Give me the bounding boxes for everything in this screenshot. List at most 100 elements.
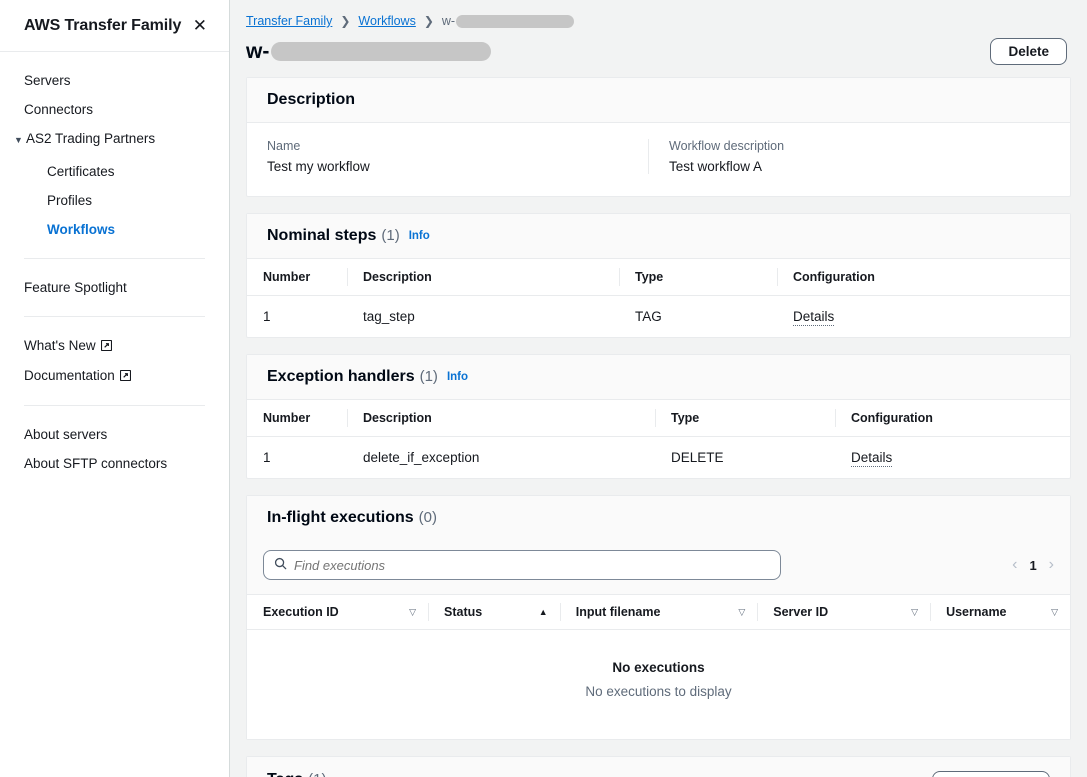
chevron-down-icon: ▼ (14, 131, 24, 150)
nominal-steps-panel: Nominal steps (1) Info Number Descriptio… (246, 213, 1071, 338)
description-body: Name Test my workflow Workflow descripti… (247, 123, 1070, 196)
executions-table: Execution ID ▽ Status▲ Input filename ▽ Se… (247, 594, 1070, 630)
sort-ascending-icon: ▲ (539, 607, 548, 617)
info-link[interactable]: Info (447, 371, 468, 383)
sort-descending-icon: ▽ (409, 607, 416, 618)
sidebar-group-label: AS2 Trading Partners (26, 131, 155, 146)
column-header-description: Description (347, 259, 619, 296)
workflow-description-value: Test workflow A (669, 159, 1050, 174)
column-label: Input filename (576, 605, 661, 619)
pagination-prev-icon[interactable]: ‹ (1012, 557, 1017, 573)
sidebar-item-profiles[interactable]: Profiles (0, 186, 229, 215)
in-flight-executions-panel: In-flight executions (0) ‹ 1 › (246, 495, 1071, 740)
table-header-row: Execution ID ▽ Status▲ Input filename ▽ Se… (247, 595, 1070, 630)
sort-descending-icon: ▽ (1051, 607, 1058, 618)
sidebar-item-servers[interactable]: Servers (0, 66, 229, 95)
column-header-username[interactable]: Username ▽ (930, 595, 1070, 630)
nominal-steps-title: Nominal steps (1) Info (267, 227, 430, 245)
column-label: Username (946, 605, 1006, 619)
sidebar-item-feature-spotlight[interactable]: Feature Spotlight (0, 273, 229, 302)
breadcrumb-current-label: w- (442, 14, 455, 28)
app-root: AWS Transfer Family ✕ Servers Connectors… (0, 0, 1087, 777)
table-row: 1 tag_step TAG Details (247, 296, 1070, 338)
cell-description: tag_step (347, 296, 619, 338)
name-label: Name (267, 139, 648, 153)
page-header: w- ) Delete (230, 28, 1087, 77)
breadcrumb-transfer-family[interactable]: Transfer Family (246, 14, 332, 28)
tags-title: Tags (1) (267, 771, 327, 777)
close-icon[interactable]: ✕ (189, 15, 211, 36)
details-link[interactable]: Details (793, 309, 834, 326)
sidebar-item-about-sftp-connectors[interactable]: About SFTP connectors (0, 449, 229, 478)
breadcrumb-workflows[interactable]: Workflows (358, 14, 415, 28)
nominal-steps-count: (1) (381, 227, 399, 244)
exception-handlers-table: Number Description Type Configuration 1 … (247, 400, 1070, 478)
search-icon (274, 557, 287, 573)
sidebar-divider-3 (24, 405, 205, 406)
delete-button[interactable]: Delete (990, 38, 1067, 65)
page-title-prefix: w- (246, 40, 269, 64)
info-link[interactable]: Info (409, 230, 430, 242)
sidebar-item-workflows[interactable]: Workflows (0, 215, 229, 244)
description-panel-header: Description (247, 78, 1070, 123)
description-panel-title: Description (267, 91, 355, 109)
sidebar-item-whats-new[interactable]: What's New (0, 331, 229, 361)
pagination-next-icon[interactable]: › (1049, 557, 1054, 573)
empty-state-title: No executions (247, 660, 1070, 675)
column-label: Execution ID (263, 605, 339, 619)
description-field-workflow-description: Workflow description Test workflow A (648, 139, 1050, 174)
pagination-page-1[interactable]: 1 (1029, 558, 1036, 573)
column-header-status[interactable]: Status▲ (428, 595, 560, 630)
sidebar-nav: Servers Connectors ▼ AS2 Trading Partner… (0, 52, 229, 478)
search-input[interactable] (294, 558, 770, 573)
column-header-description: Description (347, 400, 655, 437)
sidebar-group-as2-trading-partners[interactable]: ▼ AS2 Trading Partners (0, 124, 229, 157)
search-executions-box[interactable] (263, 550, 781, 580)
tags-panel: Tags (1) Manage tags Use tags to organiz… (246, 756, 1071, 777)
description-panel: Description Name Test my workflow Workfl… (246, 77, 1071, 197)
sidebar-divider-2 (24, 316, 205, 317)
breadcrumb-current-workflow: w- (442, 14, 574, 28)
sidebar-title: AWS Transfer Family (24, 17, 181, 35)
workflow-description-label: Workflow description (669, 139, 1050, 153)
exception-handlers-title: Exception handlers (1) Info (267, 368, 468, 386)
pagination: ‹ 1 › (1012, 557, 1054, 573)
sidebar: AWS Transfer Family ✕ Servers Connectors… (0, 0, 230, 777)
in-flight-executions-title: In-flight executions (0) (267, 509, 437, 527)
column-header-configuration: Configuration (835, 400, 1070, 437)
nominal-steps-table: Number Description Type Configuration 1 … (247, 259, 1070, 337)
cell-configuration: Details (777, 296, 1070, 338)
sidebar-item-connectors[interactable]: Connectors (0, 95, 229, 124)
table-header-row: Number Description Type Configuration (247, 259, 1070, 296)
redaction-bar (271, 42, 491, 61)
tags-header-row: Tags (1) Manage tags (267, 771, 1050, 777)
exception-handlers-header: Exception handlers (1) Info (247, 355, 1070, 400)
executions-empty-state: No executions No executions to display (247, 630, 1070, 739)
column-header-input-filename[interactable]: Input filename ▽ (560, 595, 758, 630)
exception-handlers-title-text: Exception handlers (267, 368, 415, 386)
details-link[interactable]: Details (851, 450, 892, 467)
in-flight-executions-count: (0) (419, 509, 437, 526)
redaction-bar (456, 15, 574, 28)
sidebar-item-label: What's New (24, 338, 96, 353)
column-header-execution-id[interactable]: Execution ID ▽ (247, 595, 428, 630)
description-field-name: Name Test my workflow (267, 139, 648, 174)
page-title: w- ) (246, 40, 484, 64)
sidebar-item-certificates[interactable]: Certificates (0, 157, 229, 186)
manage-tags-button[interactable]: Manage tags (932, 771, 1050, 777)
in-flight-executions-title-text: In-flight executions (267, 509, 414, 527)
column-header-configuration: Configuration (777, 259, 1070, 296)
cell-type: TAG (619, 296, 777, 338)
column-header-server-id[interactable]: Server ID▽ (757, 595, 930, 630)
cell-type: DELETE (655, 437, 835, 479)
sidebar-item-about-servers[interactable]: About servers (0, 420, 229, 449)
tags-title-text: Tags (267, 771, 303, 777)
cell-number: 1 (247, 437, 347, 479)
external-link-icon (120, 369, 131, 384)
sort-descending-icon: ▽ (738, 607, 745, 618)
breadcrumb-separator: ❯ (340, 14, 350, 28)
name-value: Test my workflow (267, 159, 648, 174)
sidebar-item-documentation[interactable]: Documentation (0, 361, 229, 391)
sidebar-divider-1 (24, 258, 205, 259)
cell-configuration: Details (835, 437, 1070, 479)
